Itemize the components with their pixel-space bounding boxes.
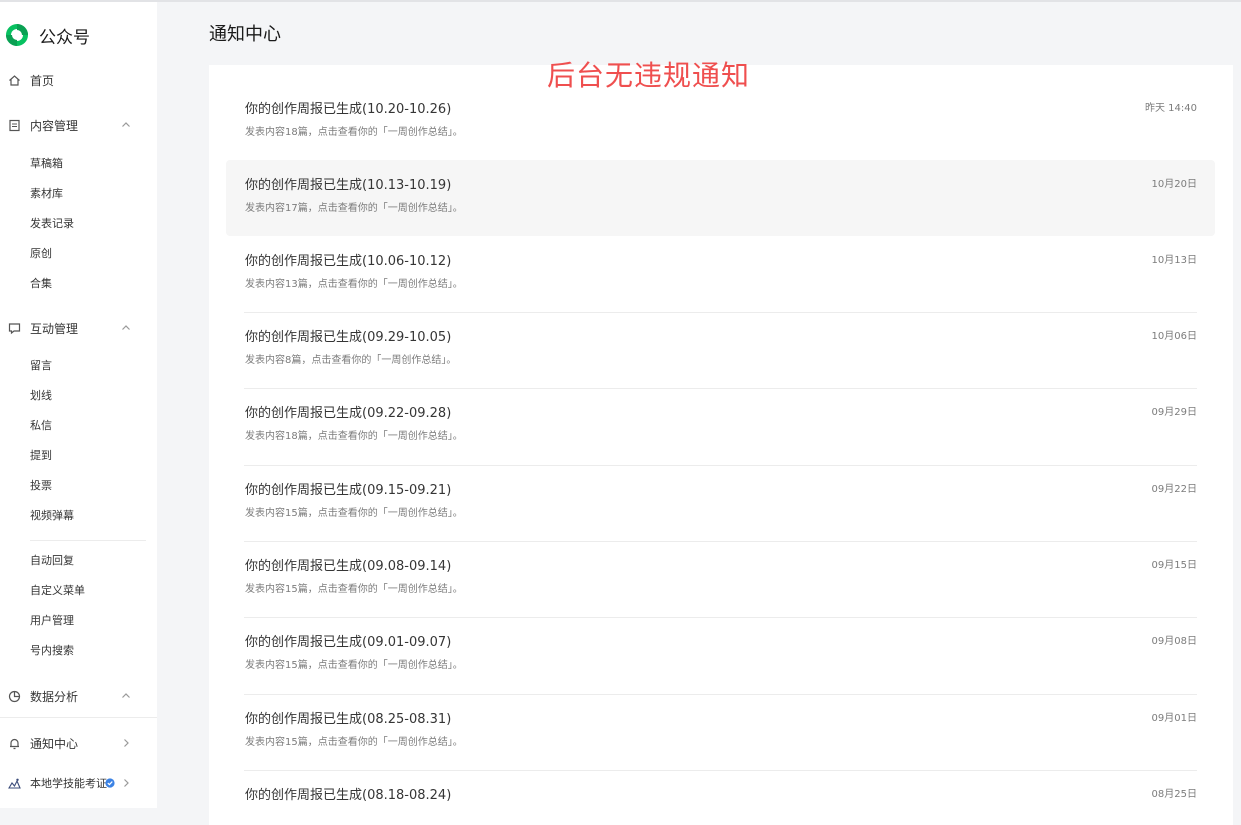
notification-description: 发表内容18篇，点击查看你的「一周创作总结」。 bbox=[245, 127, 463, 138]
wechat-official-account-logo-icon bbox=[6, 24, 28, 46]
verified-badge-icon bbox=[105, 778, 115, 788]
nav-notification-center-label: 通知中心 bbox=[30, 736, 79, 751]
notification-item[interactable]: 你的创作周报已生成(09.15-09.21) 发表内容15篇，点击查看你的「一周… bbox=[226, 465, 1215, 541]
notification-time: 昨天 14:40 bbox=[1145, 103, 1197, 114]
nav-highlights[interactable]: 划线 bbox=[30, 387, 52, 405]
notification-time: 09月08日 bbox=[1151, 636, 1197, 647]
home-icon bbox=[9, 74, 20, 86]
notification-time: 08月25日 bbox=[1151, 789, 1197, 800]
nav-comments[interactable]: 留言 bbox=[30, 357, 52, 375]
chevron-up-icon[interactable] bbox=[121, 120, 131, 130]
nav-user-management[interactable]: 用户管理 bbox=[30, 612, 74, 630]
notification-item[interactable]: 你的创作周报已生成(08.25-08.31) 发表内容15篇，点击查看你的「一周… bbox=[226, 694, 1215, 770]
notification-description: 发表内容17篇，点击查看你的「一周创作总结」。 bbox=[245, 203, 463, 214]
notification-time: 09月22日 bbox=[1151, 484, 1197, 495]
notification-time: 09月01日 bbox=[1151, 713, 1197, 724]
nav-custom-menu[interactable]: 自定义菜单 bbox=[30, 582, 85, 600]
notification-time: 10月13日 bbox=[1151, 255, 1197, 266]
notification-item[interactable]: 你的创作周报已生成(09.29-10.05) 发表内容8篇，点击查看你的「一周创… bbox=[226, 312, 1215, 388]
notification-time: 10月06日 bbox=[1151, 331, 1197, 342]
avatar-icon bbox=[8, 776, 21, 790]
annotation-text: 后台无违规通知 bbox=[547, 59, 751, 92]
nav-content-management-label: 内容管理 bbox=[30, 118, 79, 133]
chevron-right-icon bbox=[124, 739, 129, 747]
nav-votes[interactable]: 投票 bbox=[30, 477, 52, 495]
notification-description: 发表内容15篇，点击查看你的「一周创作总结」。 bbox=[245, 584, 463, 595]
notification-item[interactable]: 你的创作周报已生成(09.08-09.14) 发表内容15篇，点击查看你的「一周… bbox=[226, 541, 1215, 617]
sidebar-divider bbox=[0, 717, 157, 718]
notification-title: 你的创作周报已生成(08.25-08.31) bbox=[245, 712, 452, 727]
nav-account-label: 本地学技能考证 bbox=[30, 777, 107, 790]
notification-title: 你的创作周报已生成(09.29-10.05) bbox=[245, 330, 452, 345]
chat-bubble-icon bbox=[8, 322, 21, 334]
nav-collections[interactable]: 合集 bbox=[30, 275, 52, 293]
notification-item[interactable]: 你的创作周报已生成(09.01-09.07) 发表内容15篇，点击查看你的「一周… bbox=[226, 617, 1215, 693]
document-icon bbox=[9, 119, 20, 131]
brand-name: 公众号 bbox=[39, 27, 90, 48]
nav-home-label: 首页 bbox=[30, 73, 55, 88]
chevron-right-icon bbox=[124, 779, 129, 787]
notification-description: 发表内容8篇，点击查看你的「一周创作总结」。 bbox=[245, 355, 457, 366]
notification-title: 你的创作周报已生成(09.01-09.07) bbox=[245, 635, 452, 650]
notification-time: 09月15日 bbox=[1151, 560, 1197, 571]
nav-content-management[interactable]: 内容管理 bbox=[0, 113, 157, 137]
nav-data-analysis[interactable]: 数据分析 bbox=[0, 684, 157, 708]
notification-description: 发表内容18篇，点击查看你的「一周创作总结」。 bbox=[245, 431, 463, 442]
notification-item[interactable]: 你的创作周报已生成(09.22-09.28) 发表内容18篇，点击查看你的「一周… bbox=[226, 388, 1215, 464]
nav-account[interactable]: 本地学技能考证 bbox=[0, 771, 157, 795]
chevron-up-icon[interactable] bbox=[121, 691, 131, 701]
nav-interaction-management[interactable]: 互动管理 bbox=[0, 316, 157, 340]
nav-notification-center[interactable]: 通知中心 bbox=[0, 731, 157, 755]
notification-item[interactable]: 你的创作周报已生成(10.06-10.12) 发表内容13篇，点击查看你的「一周… bbox=[226, 236, 1215, 312]
nav-messages[interactable]: 私信 bbox=[30, 417, 52, 435]
nav-mentions[interactable]: 提到 bbox=[30, 447, 52, 465]
notification-title: 你的创作周报已生成(08.18-08.24) bbox=[245, 788, 452, 803]
page-title: 通知中心 bbox=[209, 24, 281, 45]
notification-description: 发表内容15篇，点击查看你的「一周创作总结」。 bbox=[245, 508, 463, 519]
nav-auto-reply[interactable]: 自动回复 bbox=[30, 552, 74, 570]
notification-description: 发表内容13篇，点击查看你的「一周创作总结」。 bbox=[245, 279, 463, 290]
notification-item[interactable]: 你的创作周报已生成(10.13-10.19) 发表内容17篇，点击查看你的「一周… bbox=[226, 160, 1215, 236]
notification-item[interactable]: 你的创作周报已生成(10.20-10.26) 发表内容18篇，点击查看你的「一周… bbox=[226, 84, 1215, 160]
nav-drafts[interactable]: 草稿箱 bbox=[30, 155, 63, 173]
pie-chart-icon bbox=[8, 690, 21, 702]
nav-original[interactable]: 原创 bbox=[30, 245, 52, 263]
nav-data-analysis-label: 数据分析 bbox=[30, 689, 79, 704]
notification-title: 你的创作周报已生成(10.13-10.19) bbox=[245, 178, 452, 193]
nav-interaction-management-label: 互动管理 bbox=[30, 321, 79, 336]
nav-in-account-search[interactable]: 号内搜索 bbox=[30, 642, 74, 660]
notification-title: 你的创作周报已生成(10.20-10.26) bbox=[245, 102, 452, 117]
top-border bbox=[0, 0, 1241, 2]
notification-title: 你的创作周报已生成(09.08-09.14) bbox=[245, 559, 452, 574]
sidebar-divider bbox=[30, 540, 146, 541]
notification-time: 10月20日 bbox=[1151, 179, 1197, 190]
bell-icon bbox=[10, 738, 19, 749]
notification-item[interactable]: 你的创作周报已生成(08.18-08.24) 08月25日 bbox=[226, 770, 1215, 808]
notification-description: 发表内容15篇，点击查看你的「一周创作总结」。 bbox=[245, 660, 463, 671]
nav-publish-records[interactable]: 发表记录 bbox=[30, 215, 74, 233]
brand[interactable]: 公众号 bbox=[5, 22, 90, 48]
notification-title: 你的创作周报已生成(09.22-09.28) bbox=[245, 406, 452, 421]
chevron-up-icon[interactable] bbox=[121, 323, 131, 333]
sidebar: 公众号 首页 内容管理 草稿箱 素材库 发表记录 原创 合集 互动管理 留言 划… bbox=[0, 2, 157, 808]
notification-title: 你的创作周报已生成(09.15-09.21) bbox=[245, 483, 452, 498]
nav-video-danmaku[interactable]: 视频弹幕 bbox=[30, 507, 74, 525]
nav-home[interactable]: 首页 bbox=[0, 68, 157, 92]
notification-description: 发表内容15篇，点击查看你的「一周创作总结」。 bbox=[245, 737, 463, 748]
notification-time: 09月29日 bbox=[1151, 407, 1197, 418]
nav-material-library[interactable]: 素材库 bbox=[30, 185, 63, 203]
notification-title: 你的创作周报已生成(10.06-10.12) bbox=[245, 254, 452, 269]
